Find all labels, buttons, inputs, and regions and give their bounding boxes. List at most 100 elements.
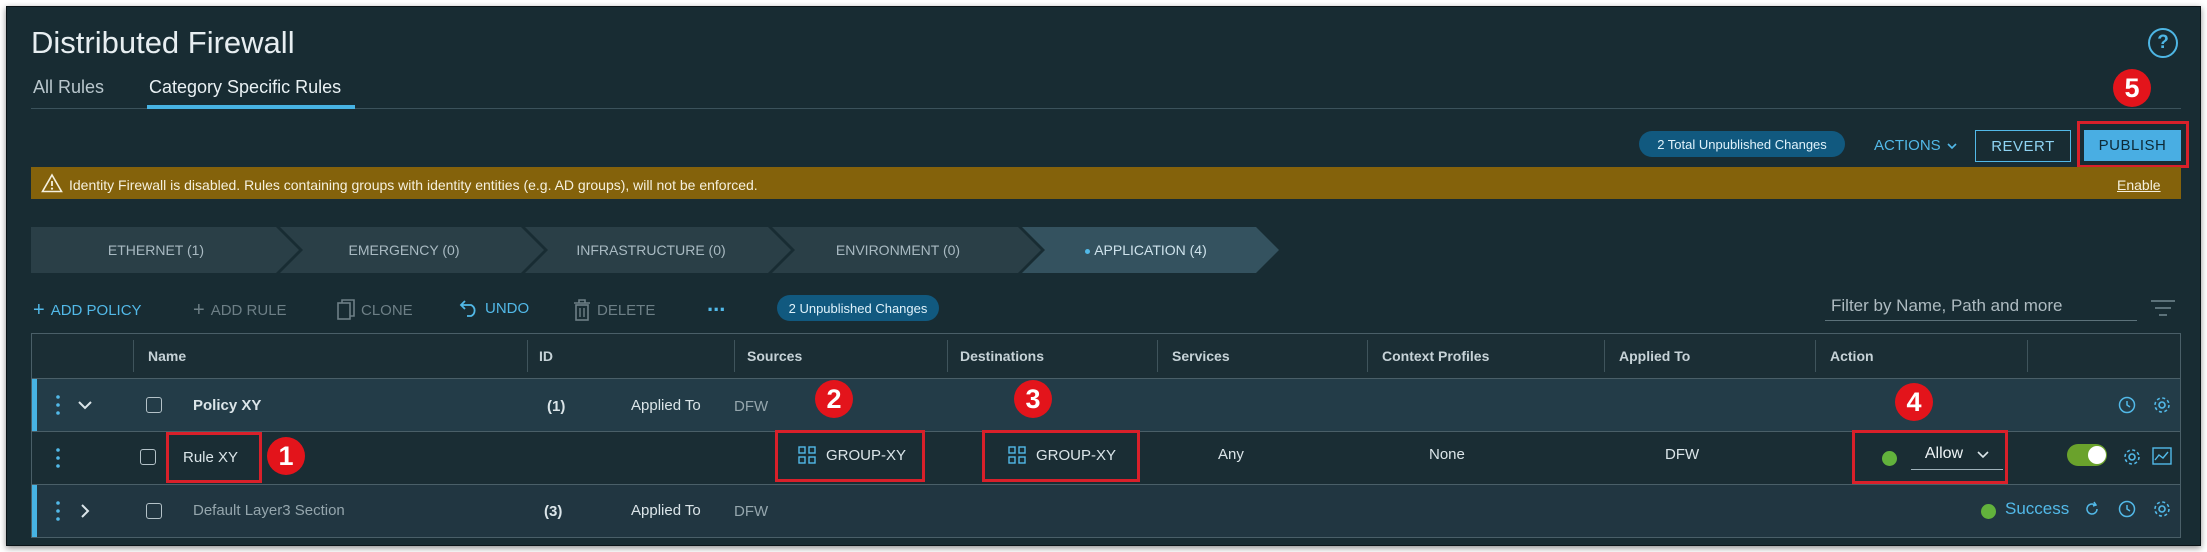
column-separator <box>1367 340 1368 372</box>
category-emergency[interactable]: EMERGENCY (0) <box>279 242 529 258</box>
undo-icon <box>459 300 476 317</box>
column-separator <box>1604 340 1605 372</box>
filter-icon[interactable] <box>2150 299 2176 317</box>
undo-button[interactable]: UNDO <box>459 299 529 317</box>
tab-category-specific-rules[interactable]: Category Specific Rules <box>149 77 341 98</box>
section-status: Success <box>2005 499 2070 518</box>
add-rule-label: ADD RULE <box>210 302 287 319</box>
enable-link[interactable]: Enable <box>2117 177 2161 193</box>
chevron-down-icon[interactable] <box>77 399 93 411</box>
drag-handle-icon[interactable] <box>55 394 61 416</box>
help-icon[interactable]: ? <box>2148 28 2178 58</box>
column-separator <box>2027 340 2028 372</box>
policy-applied-to-label: Applied To <box>631 397 701 414</box>
column-header-applied-to[interactable]: Applied To <box>1619 348 1690 364</box>
callout-highlight-rule-name <box>166 432 262 483</box>
add-rule-button[interactable]: + ADD RULE <box>193 299 287 322</box>
actions-dropdown[interactable]: ACTIONS <box>1874 137 1959 154</box>
unpublished-changes-badge: 2 Unpublished Changes <box>777 295 939 321</box>
success-status-icon <box>1981 504 1996 519</box>
revert-button[interactable]: REVERT <box>1975 130 2071 162</box>
delete-button[interactable]: DELETE <box>573 299 655 321</box>
rule-applied-to[interactable]: DFW <box>1665 446 1699 463</box>
category-infrastructure[interactable]: INFRASTRUCTURE (0) <box>525 242 777 258</box>
plus-icon: + <box>193 299 205 321</box>
category-ethernet[interactable]: ETHERNET (1) <box>31 242 281 258</box>
callout-badge-5: 5 <box>2113 69 2151 107</box>
policy-checkbox[interactable] <box>146 397 162 413</box>
column-separator <box>734 340 735 372</box>
chevron-right-icon[interactable] <box>79 503 91 519</box>
column-separator <box>1157 340 1158 372</box>
drag-handle-icon[interactable] <box>55 447 61 469</box>
column-header-context-profiles[interactable]: Context Profiles <box>1382 348 1489 364</box>
rule-checkbox[interactable] <box>140 449 156 465</box>
clone-label: CLONE <box>361 301 413 319</box>
category-environment[interactable]: ENVIRONMENT (0) <box>772 242 1024 258</box>
section-checkbox[interactable] <box>146 503 162 519</box>
callout-badge-4: 4 <box>1895 383 1933 421</box>
clone-button[interactable]: CLONE <box>337 299 413 321</box>
column-header-action[interactable]: Action <box>1830 348 1874 364</box>
more-actions-button[interactable]: ... <box>707 291 725 317</box>
policy-row-indicator <box>32 379 37 431</box>
policy-name[interactable]: Policy XY <box>193 397 261 414</box>
total-unpublished-badge: 2 Total Unpublished Changes <box>1639 131 1845 157</box>
gear-icon[interactable] <box>2152 395 2172 415</box>
trash-icon <box>574 299 590 321</box>
callout-highlight-publish <box>2077 121 2189 168</box>
policy-rule-count: (1) <box>547 398 566 415</box>
policy-row[interactable] <box>32 379 2180 432</box>
column-separator <box>133 340 134 372</box>
column-separator <box>1815 340 1816 372</box>
active-tab-indicator <box>147 105 355 109</box>
active-dot-icon <box>1085 248 1091 254</box>
add-policy-button[interactable]: + ADD POLICY <box>33 299 142 322</box>
callout-highlight-destination <box>982 430 1140 482</box>
stats-icon[interactable] <box>2152 447 2172 465</box>
column-header-services[interactable]: Services <box>1172 348 1230 364</box>
column-header-name[interactable]: Name <box>148 348 186 364</box>
column-header-sources[interactable]: Sources <box>747 348 802 364</box>
page-title: Distributed Firewall <box>31 25 295 60</box>
column-separator <box>527 340 528 372</box>
section-applied-to-label: Applied To <box>631 502 701 519</box>
history-icon[interactable] <box>2118 500 2136 518</box>
filter-input[interactable]: Filter by Name, Path and more <box>1825 291 2137 321</box>
actions-label: ACTIONS <box>1874 137 1941 154</box>
policy-applied-to-value[interactable]: DFW <box>734 398 768 415</box>
gear-icon[interactable] <box>2152 499 2172 519</box>
section-row[interactable] <box>32 485 2180 538</box>
column-separator <box>947 340 948 372</box>
section-name[interactable]: Default Layer3 Section <box>193 502 345 519</box>
section-rule-count: (3) <box>544 503 563 520</box>
history-icon[interactable] <box>2118 396 2136 414</box>
section-row-indicator <box>32 485 37 537</box>
callout-badge-3: 3 <box>1014 380 1052 418</box>
rule-services[interactable]: Any <box>1218 446 1244 463</box>
warning-icon <box>41 173 63 193</box>
undo-label: UNDO <box>485 299 530 317</box>
clone-icon <box>337 299 355 320</box>
callout-highlight-action <box>1852 430 2008 484</box>
category-application[interactable]: APPLICATION (4) <box>1027 242 1265 258</box>
toggle-knob <box>2088 446 2106 464</box>
gear-icon[interactable] <box>2122 447 2142 467</box>
category-application-label: APPLICATION (4) <box>1094 242 1207 258</box>
column-header-id[interactable]: ID <box>539 348 553 364</box>
callout-badge-1: 1 <box>267 437 305 475</box>
tab-all-rules[interactable]: All Rules <box>33 77 104 98</box>
callout-highlight-source <box>775 430 925 482</box>
banner-message: Identity Firewall is disabled. Rules con… <box>69 177 758 193</box>
chevron-down-icon <box>1947 142 1957 149</box>
add-policy-label: ADD POLICY <box>50 302 142 319</box>
rule-context-profiles[interactable]: None <box>1429 446 1465 463</box>
delete-label: DELETE <box>597 301 656 319</box>
callout-badge-2: 2 <box>815 380 853 418</box>
app-window: Distributed Firewall ? All Rules Categor… <box>6 6 2201 546</box>
plus-icon: + <box>33 299 45 321</box>
section-applied-to-value[interactable]: DFW <box>734 503 768 520</box>
drag-handle-icon[interactable] <box>55 500 61 522</box>
refresh-icon[interactable] <box>2084 501 2100 517</box>
column-header-destinations[interactable]: Destinations <box>960 348 1044 364</box>
